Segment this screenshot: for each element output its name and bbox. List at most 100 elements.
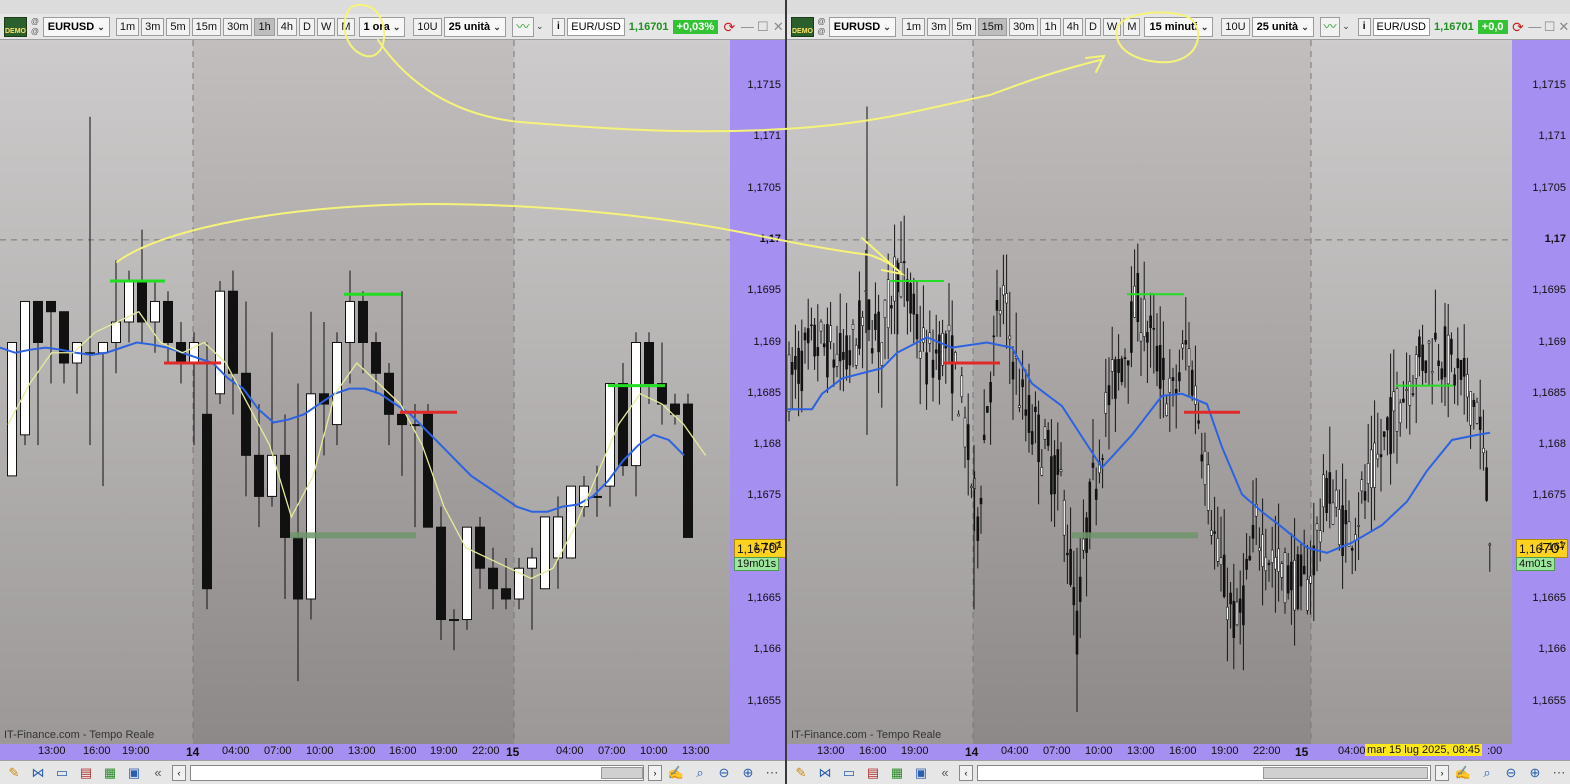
chart-canvas-right[interactable]: IT-Finance.com - Tempo Reale [787,40,1512,744]
symbol-select[interactable]: EURUSD ⌄ [42,16,110,37]
price-axis[interactable]: 1,16701 19m01s 1,1715 1,171 1,1705 1,17 1,16… [730,40,786,744]
candle-body [1370,449,1373,489]
candle-body [215,290,225,395]
candle-body [1366,463,1370,484]
settings-icon[interactable]: @ @ [29,17,41,37]
draw-icon[interactable]: ✍ [666,764,686,782]
strategy-icon[interactable]: ▦ [100,764,120,782]
zoom-out-icon[interactable]: ⊖ [1501,764,1521,782]
candle-body [1290,561,1293,591]
timeframe-button-1h[interactable]: 1h [1040,17,1061,36]
interval-select[interactable]: 1 ora ⌄ [358,16,406,37]
timeframe-button-d[interactable]: D [298,17,315,36]
link-icon[interactable]: ⟳ [1510,17,1527,37]
timeframe-button-m[interactable]: M [1123,17,1141,36]
timeframe-button-5m[interactable]: 5m [166,17,190,36]
screener-icon[interactable]: ▣ [124,764,144,782]
info-icon[interactable]: i [1357,17,1371,36]
timeframe-button-4h[interactable]: 4h [276,17,297,36]
timeframe-button-15m[interactable]: 15m [191,17,222,36]
chevron-down-icon[interactable]: ⌄ [1342,21,1350,32]
more-icon[interactable]: ⋯ [762,764,782,782]
time-tick-label: 13:00 [817,745,845,757]
chevron-down-icon[interactable]: ⌄ [536,21,544,32]
link-icon[interactable]: ⟳ [720,17,738,37]
chevron-left-icon[interactable]: ‹ [172,764,186,781]
zoom-fit-icon[interactable]: ⌕ [1477,764,1497,782]
minimize-icon[interactable]: — [741,19,754,34]
timeframe-button-w[interactable]: W [1102,17,1122,36]
timeframe-button-30m[interactable]: 30m [1009,17,1039,36]
price-chart[interactable] [0,40,730,744]
settings-icon[interactable]: @ @ [816,17,827,37]
timeframe-button-4h[interactable]: 4h [1062,17,1083,36]
candle-body [644,342,654,385]
zoom-fit-icon[interactable]: ⌕ [690,764,710,782]
timeframe-button-30m[interactable]: 30m [223,17,253,36]
zoom-in-icon[interactable]: ⊕ [738,764,758,782]
units-select[interactable]: 25 unità ⌄ [443,16,506,37]
zoom-out-icon[interactable]: ⊖ [714,764,734,782]
list-icon[interactable]: ▤ [863,764,883,782]
chevron-right-icon[interactable]: › [648,764,662,781]
draw-icon[interactable]: ✍ [1453,764,1473,782]
candle-body [1174,389,1178,395]
candle-body [1123,357,1127,359]
timeframe-button-1h[interactable]: 1h [254,17,275,36]
timeframe-button-d[interactable]: D [1084,17,1101,36]
price-chart[interactable] [787,40,1512,744]
time-axis[interactable]: mar 15 lug 2025, 08:45 13:00 16:00 19:00 14… [787,744,1570,760]
screener-icon[interactable]: ▣ [911,764,931,782]
more-icon[interactable]: ⋯ [1549,764,1569,782]
units-select[interactable]: 25 unità ⌄ [1251,16,1314,37]
interval-select[interactable]: 15 minuti ⌄ [1144,16,1214,37]
horizontal-scrollbar[interactable] [190,764,644,781]
scrollbar-thumb[interactable] [601,766,643,779]
timeframe-button-1m[interactable]: 1m [115,17,140,36]
info-icon[interactable]: i [551,17,566,36]
indicator-icon[interactable]: 〰 [511,16,534,37]
zoom-in-icon[interactable]: ⊕ [1525,764,1545,782]
price-axis[interactable]: 1,16701 4m01s 1,1715 1,171 1,1705 1,17 1,169… [1512,40,1570,744]
timeframe-button-m[interactable]: M [337,17,355,36]
timeframe-button-1m[interactable]: 1m [901,17,926,36]
units-button[interactable]: 10U [413,17,442,36]
chevron-right-icon[interactable]: › [1435,764,1449,781]
list-icon[interactable]: ▤ [76,764,96,782]
pencil-icon[interactable]: ✎ [4,764,24,782]
minimize-icon[interactable]: — [1528,19,1541,34]
share-icon[interactable]: ⋈ [28,764,48,782]
candle-body [1091,462,1095,468]
close-icon[interactable]: ✕ [1558,19,1570,35]
price-tick-label: 1,171 [753,130,781,143]
close-icon[interactable]: ✕ [772,19,785,35]
candle-body [397,413,407,426]
chat-icon[interactable]: ▭ [839,764,859,782]
symbol-select[interactable]: EURUSD ⌄ [828,16,896,37]
chevron-left-icon[interactable]: ‹ [959,764,973,781]
collapse-icon[interactable]: « [148,764,168,782]
time-axis[interactable]: 13:00 16:00 19:00 14 04:00 07:00 10:00 13:00 16:… [0,744,785,760]
pencil-icon[interactable]: ✎ [791,764,811,782]
maximize-icon[interactable]: ☐ [1543,19,1556,35]
chart-canvas-left[interactable]: IT-Finance.com - Tempo Reale [0,40,730,744]
timeframe-button-3m[interactable]: 3m [927,17,951,36]
maximize-icon[interactable]: ☐ [756,19,769,35]
candle-body [1395,388,1399,432]
scrollbar-thumb[interactable] [1263,766,1428,779]
indicator-icon[interactable]: 〰 [1319,16,1341,37]
candle-body [1376,453,1380,460]
timeframe-button-5m[interactable]: 5m [952,17,976,36]
chat-icon[interactable]: ▭ [52,764,72,782]
demo-logo-icon: DEMO [4,16,27,37]
timeframe-button-3m[interactable]: 3m [141,17,165,36]
timeframe-button-w[interactable]: W [316,17,336,36]
share-icon[interactable]: ⋈ [815,764,835,782]
collapse-icon[interactable]: « [935,764,955,782]
units-button[interactable]: 10U [1221,17,1250,36]
candle-body [540,516,550,590]
timeframe-button-15m[interactable]: 15m [977,17,1008,36]
horizontal-scrollbar[interactable] [977,764,1431,781]
strategy-icon[interactable]: ▦ [887,764,907,782]
candle-body [810,324,813,327]
